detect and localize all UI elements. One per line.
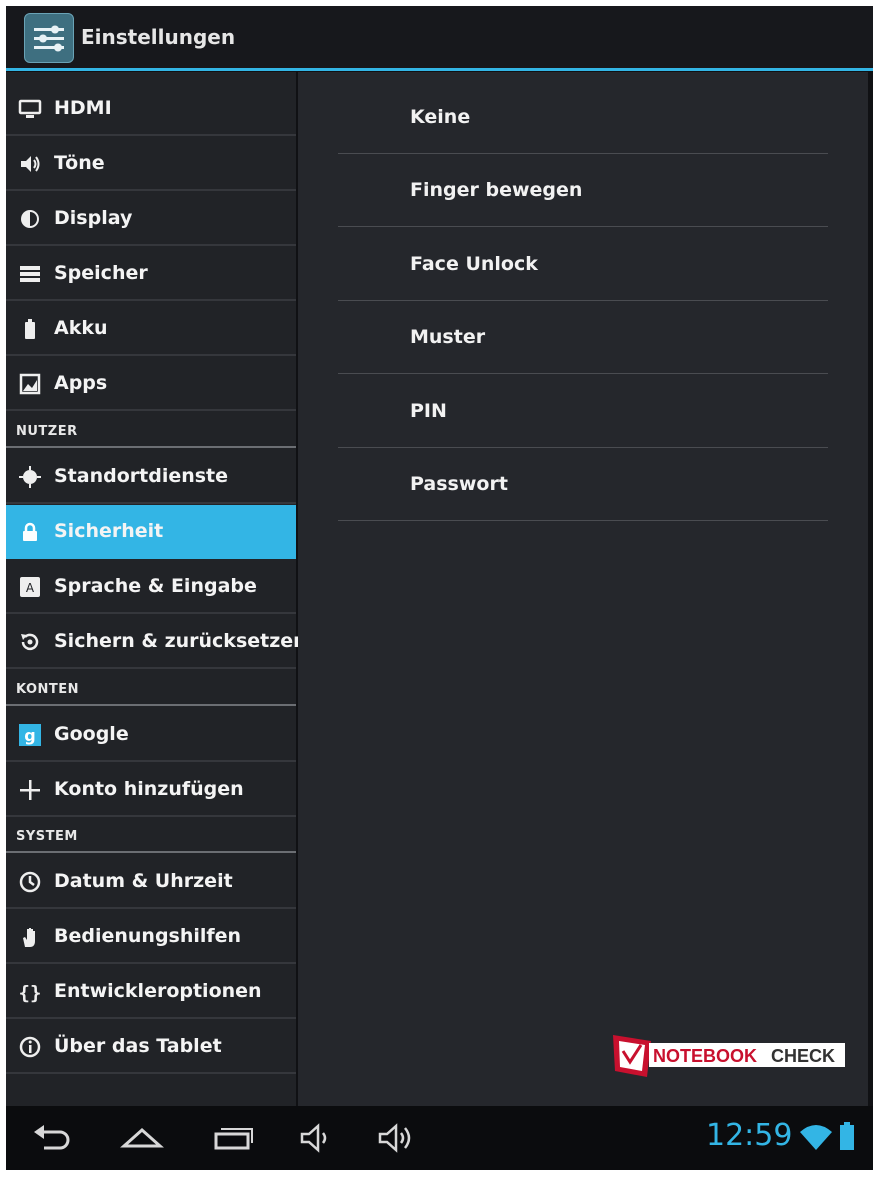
lock-option-passwort[interactable]: Passwort xyxy=(338,448,828,521)
sidebar-item-datum-uhrzeit[interactable]: Datum & Uhrzeit xyxy=(6,855,296,909)
plus-icon xyxy=(20,780,40,800)
sliders-icon xyxy=(34,25,64,52)
sidebar-item-konto-hinzufuegen[interactable]: Konto hinzufügen xyxy=(6,763,296,817)
sidebar-item-label: Sprache & Eingabe xyxy=(54,575,257,597)
sidebar-item-standortdienste[interactable]: Standortdienste xyxy=(6,450,296,504)
sidebar-item-bedienungshilfen[interactable]: Bedienungshilfen xyxy=(6,910,296,964)
sidebar-item-label: Standortdienste xyxy=(54,465,229,487)
watermark-text-notebook: NOTEBOOK xyxy=(653,1046,757,1066)
google-icon: g xyxy=(19,724,41,746)
section-header-accounts: KONTEN xyxy=(16,682,80,697)
lock-option-label: Muster xyxy=(410,326,486,348)
volume-down-icon[interactable] xyxy=(296,1118,340,1158)
wifi-icon[interactable] xyxy=(799,1122,833,1152)
sidebar-item-label: HDMI xyxy=(54,97,112,119)
settings-sidebar: HDMI Töne Display Speicher Akku Apps NUT… xyxy=(6,72,307,1106)
sidebar-item-sprache-eingabe[interactable]: A Sprache & Eingabe xyxy=(6,560,296,614)
sidebar-item-label: Über das Tablet xyxy=(54,1035,222,1057)
keyboard-icon: A xyxy=(20,577,40,597)
section-divider xyxy=(6,446,296,448)
back-icon[interactable] xyxy=(30,1118,74,1158)
notebookcheck-watermark: NOTEBOOK CHECK xyxy=(613,1035,845,1077)
sidebar-item-label: Datum & Uhrzeit xyxy=(54,870,233,892)
watermark-text-check: CHECK xyxy=(771,1046,835,1066)
section-divider xyxy=(6,851,296,853)
braces-icon: {} xyxy=(19,982,42,1004)
lock-option-label: Passwort xyxy=(410,473,508,495)
sidebar-item-display[interactable]: Display xyxy=(6,192,296,246)
sidebar-item-entwickleroptionen[interactable]: {} Entwickleroptionen xyxy=(6,965,296,1019)
section-divider xyxy=(6,704,296,706)
lock-option-face-unlock[interactable]: Face Unlock xyxy=(338,228,828,301)
svg-text:{}: {} xyxy=(19,982,42,1004)
settings-app-icon[interactable] xyxy=(24,13,74,63)
storage-icon xyxy=(20,266,40,282)
sidebar-item-label: Töne xyxy=(54,152,105,174)
sidebar-item-label: Sichern & zurücksetzen xyxy=(54,630,307,652)
sidebar-item-sicherheit[interactable]: Sicherheit xyxy=(6,505,296,559)
section-header-user: NUTZER xyxy=(16,424,78,439)
svg-text:A: A xyxy=(26,581,35,595)
settings-screen: Einstellungen HDMI Töne Display Speicher… xyxy=(6,6,873,1170)
status-clock[interactable]: 12:59 xyxy=(706,1118,792,1153)
lock-option-label: PIN xyxy=(410,400,447,422)
sidebar-item-label: Display xyxy=(54,207,133,229)
lock-option-pin[interactable]: PIN xyxy=(338,375,828,448)
battery-status-icon[interactable] xyxy=(839,1120,855,1152)
sidebar-item-sichern-zuruecksetzen[interactable]: Sichern & zurücksetzen xyxy=(6,615,307,669)
lock-option-label: Keine xyxy=(410,106,471,128)
sidebar-item-label: Bedienungshilfen xyxy=(54,925,242,947)
hand-icon xyxy=(23,928,35,947)
app-title[interactable]: Einstellungen xyxy=(81,25,235,49)
brightness-icon xyxy=(21,210,39,228)
system-navigation-bar: 12:59 xyxy=(6,1106,873,1170)
sidebar-item-speicher[interactable]: Speicher xyxy=(6,247,296,301)
volume-up-icon[interactable] xyxy=(376,1118,420,1158)
sidebar-item-hdmi[interactable]: HDMI xyxy=(6,82,296,136)
action-bar: Einstellungen xyxy=(6,6,873,68)
sidebar-item-akku[interactable]: Akku xyxy=(6,302,296,356)
sidebar-item-google[interactable]: g Google xyxy=(6,708,296,762)
sidebar-item-label: Speicher xyxy=(54,262,148,284)
sidebar-item-label: Sicherheit xyxy=(54,520,164,542)
battery-icon xyxy=(25,319,35,339)
sidebar-item-label: Apps xyxy=(54,372,108,394)
action-bar-accent-line xyxy=(6,68,873,71)
lock-option-keine[interactable]: Keine xyxy=(338,81,828,154)
info-icon xyxy=(19,1036,41,1058)
lock-icon xyxy=(23,522,37,541)
lock-option-label: Finger bewegen xyxy=(410,179,583,201)
location-icon xyxy=(19,466,41,488)
sidebar-item-label: Konto hinzufügen xyxy=(54,778,244,800)
screen-lock-options-pane: Keine Finger bewegen Face Unlock Muster … xyxy=(298,72,868,1106)
lock-option-finger-bewegen[interactable]: Finger bewegen xyxy=(338,154,828,227)
sidebar-item-label: Google xyxy=(54,723,129,745)
clock-icon xyxy=(19,871,41,893)
svg-text:g: g xyxy=(24,726,35,745)
apps-icon xyxy=(19,373,41,395)
speaker-icon xyxy=(21,156,40,172)
sidebar-item-label: Akku xyxy=(54,317,108,339)
sidebar-item-label: Entwickleroptionen xyxy=(54,980,262,1002)
sidebar-item-ueber-das-tablet[interactable]: Über das Tablet xyxy=(6,1020,296,1074)
home-icon[interactable] xyxy=(120,1118,164,1158)
recent-apps-icon[interactable] xyxy=(212,1118,256,1158)
sidebar-item-apps[interactable]: Apps xyxy=(6,357,296,411)
backup-icon xyxy=(21,633,39,651)
sidebar-item-toene[interactable]: Töne xyxy=(6,137,296,191)
section-header-system: SYSTEM xyxy=(16,829,78,844)
lock-option-muster[interactable]: Muster xyxy=(338,301,828,374)
monitor-icon xyxy=(18,99,42,118)
lock-option-label: Face Unlock xyxy=(410,253,538,275)
